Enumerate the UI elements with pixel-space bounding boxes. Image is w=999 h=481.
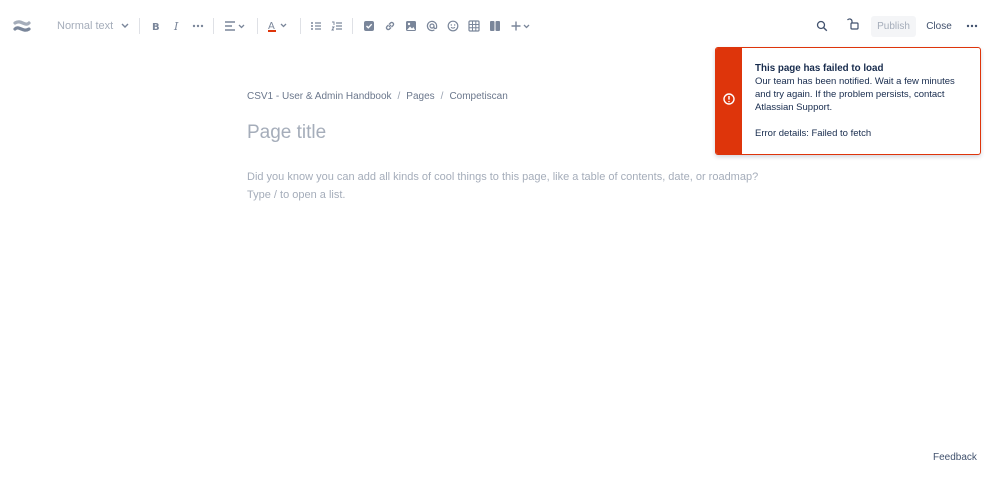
layouts-icon[interactable] [488,16,502,36]
restrictions-icon[interactable] [844,14,862,34]
action-item-icon[interactable] [362,16,376,36]
flag-message-line: Our team has been notified. Wait a few m… [755,76,955,87]
breadcrumb-parent-page[interactable]: Competiscan [449,91,507,102]
svg-text:B: B [152,22,160,32]
editor-hint-line: Did you know you can add all kinds of co… [247,171,759,183]
table-icon[interactable] [467,16,481,36]
breadcrumb-pages[interactable]: Pages [406,91,434,102]
breadcrumb-space[interactable]: CSV1 - User & Admin Handbook [247,91,392,102]
flag-stripe [716,48,742,154]
close-label: Close [926,21,952,32]
toolbar-divider [213,18,214,34]
editor-body[interactable]: Did you know you can add all kinds of co… [247,168,758,204]
feedback-button[interactable]: Feedback [933,452,977,463]
image-icon[interactable] [404,16,418,36]
error-icon [723,92,735,110]
page-title-input[interactable]: Page title [247,122,326,144]
bullet-list-icon[interactable] [309,16,323,36]
emoji-icon[interactable] [446,16,460,36]
mention-icon[interactable] [425,16,439,36]
toolbar-divider [139,18,140,34]
flag-message-line: Atlassian Support. [755,102,833,113]
chevron-down-icon [121,20,129,32]
text-style-dropdown[interactable]: Normal text [57,16,129,36]
flag-title: This page has failed to load [755,63,884,74]
search-icon[interactable] [814,16,830,36]
svg-text:I: I [173,20,179,32]
link-icon[interactable] [383,16,397,36]
toolbar-divider [300,18,301,34]
bold-icon[interactable]: B [149,16,163,36]
breadcrumb-separator: / [440,91,444,102]
editor-hint-line: Type / to open a list. [247,189,346,201]
more-formatting-icon[interactable] [191,16,205,36]
toolbar-divider [352,18,353,34]
editor-toolbar: Normal text B I A Publish Close [0,0,999,52]
close-button[interactable]: Close [922,16,956,37]
flag-message-line: and try again. If the problem persists, … [755,89,945,100]
alignment-icon[interactable] [223,16,247,36]
error-flag: This page has failed to load Our team ha… [715,47,981,155]
toolbar-divider [257,18,258,34]
breadcrumb: CSV1 - User & Admin Handbook / Pages / C… [247,91,508,102]
text-style-label: Normal text [57,20,114,32]
more-actions-icon[interactable] [964,16,980,36]
publish-label: Publish [877,21,910,32]
flag-error-details: Error details: Failed to fetch [755,128,872,139]
numbered-list-icon[interactable] [330,16,344,36]
italic-icon[interactable]: I [170,16,184,36]
confluence-logo-icon[interactable] [12,16,32,36]
insert-more-icon[interactable] [509,16,533,36]
breadcrumb-separator: / [397,91,401,102]
text-color-icon[interactable]: A [266,16,290,36]
publish-button[interactable]: Publish [871,16,916,37]
flag-content: This page has failed to load Our team ha… [742,48,967,154]
